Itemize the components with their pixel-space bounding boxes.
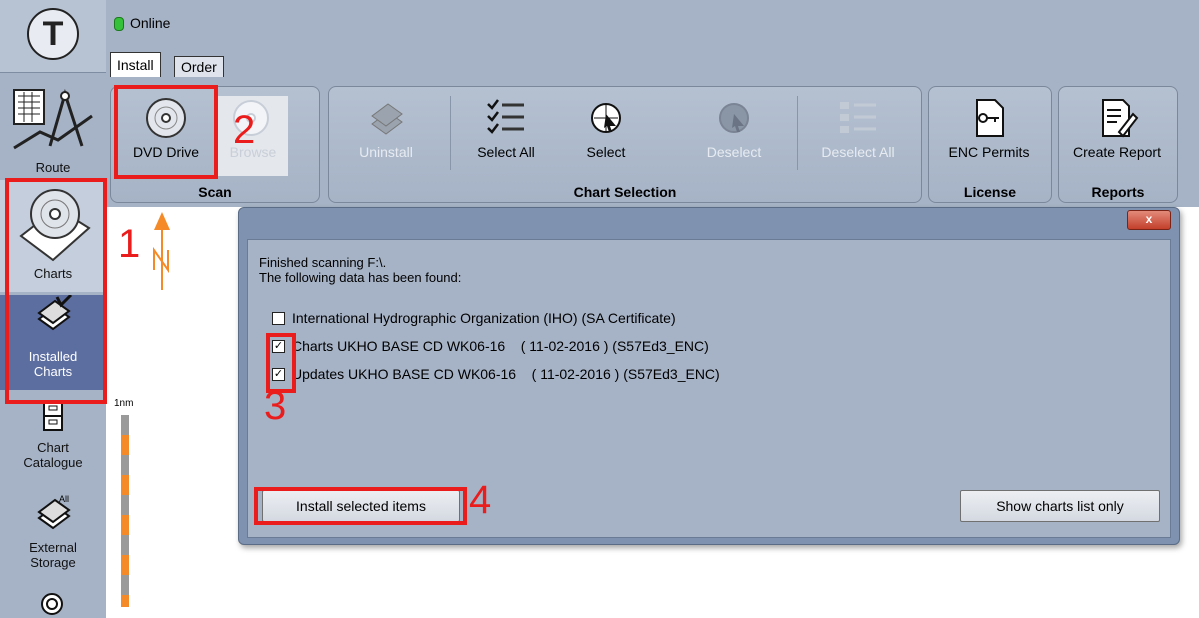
create-report-icon — [1102, 99, 1139, 138]
group-label-scan: Scan — [198, 184, 232, 200]
external-storage-icon: All — [37, 494, 71, 530]
iho-checkbox[interactable] — [272, 312, 285, 325]
enc-permits-button[interactable]: ENC Permits — [934, 96, 1044, 176]
deselect-globe-icon — [719, 103, 749, 133]
scale-label: 1nm — [114, 398, 134, 409]
annotation-number-3: 3 — [264, 384, 287, 428]
select-label: Select — [586, 144, 626, 160]
create-report-label: Create Report — [1073, 144, 1161, 160]
sidebar-item-label: External Storage — [29, 540, 77, 570]
scale-bar — [121, 415, 129, 607]
select-all-list-icon — [487, 99, 524, 134]
uninstall-label: Uninstall — [359, 144, 413, 160]
list-item-label: Updates UKHO BASE CD WK06-16 ( 11-02-201… — [292, 366, 720, 382]
select-button[interactable]: Select — [576, 96, 636, 176]
show-charts-list-button[interactable]: Show charts list only — [960, 490, 1160, 522]
annotation-number-1: 1 — [118, 222, 141, 266]
create-report-button[interactable]: Create Report — [1060, 96, 1174, 176]
deselect-label: Deselect — [706, 144, 762, 160]
sidebar-item-label: Route — [35, 160, 71, 175]
list-item-label: Charts UKHO BASE CD WK06-16 ( 11-02-2016… — [292, 338, 709, 354]
close-button[interactable]: x — [1127, 210, 1171, 230]
list-item-label: International Hydrographic Organization … — [292, 310, 676, 326]
scan-message-line2: The following data has been found: — [259, 270, 462, 285]
deselect-all-button[interactable]: Deselect All — [808, 96, 908, 176]
sidebar-item-external-storage[interactable]: All External Storage — [0, 492, 106, 570]
deselect-button[interactable]: Deselect — [694, 96, 774, 176]
scan-message-line1: Finished scanning F:\. — [259, 255, 387, 270]
annotation-box-1 — [5, 178, 107, 404]
select-all-button[interactable]: Select All — [466, 96, 546, 176]
online-status-led — [114, 17, 124, 31]
uninstall-icon — [371, 103, 403, 135]
ribbon-separator — [450, 96, 451, 170]
enc-permits-label: ENC Permits — [948, 144, 1030, 160]
group-label-license: License — [963, 184, 1017, 200]
svg-text:All: All — [59, 494, 69, 504]
route-icon — [13, 88, 93, 150]
north-arrow-icon — [153, 212, 170, 290]
tab-order[interactable]: Order — [174, 56, 224, 77]
annotation-number-2: 2 — [233, 108, 256, 152]
annotation-number-4: 4 — [469, 478, 492, 522]
enc-permits-key-icon — [976, 99, 1004, 137]
annotation-box-2 — [114, 85, 218, 179]
tab-install[interactable]: Install — [110, 52, 161, 77]
uninstall-button[interactable]: Uninstall — [346, 96, 426, 176]
sidebar-item-chart-catalogue[interactable]: Chart Catalogue — [0, 398, 106, 470]
sidebar-item-label: Chart Catalogue — [23, 440, 83, 470]
group-label-reports: Reports — [1091, 184, 1145, 200]
group-label-chart-selection: Chart Selection — [573, 184, 677, 200]
deselect-all-list-icon — [840, 102, 876, 133]
magnifier-icon[interactable] — [38, 590, 68, 618]
ribbon-separator — [797, 96, 798, 170]
app-logo: T — [0, 0, 106, 73]
status-text: Online — [130, 15, 171, 31]
annotation-box-4 — [254, 487, 467, 525]
scan-message: Finished scanning F:\. The following dat… — [259, 255, 461, 285]
select-all-label: Select All — [477, 144, 535, 160]
sidebar-item-route[interactable]: Route — [0, 86, 106, 175]
select-globe-icon — [591, 103, 621, 133]
deselect-all-label: Deselect All — [821, 144, 895, 160]
